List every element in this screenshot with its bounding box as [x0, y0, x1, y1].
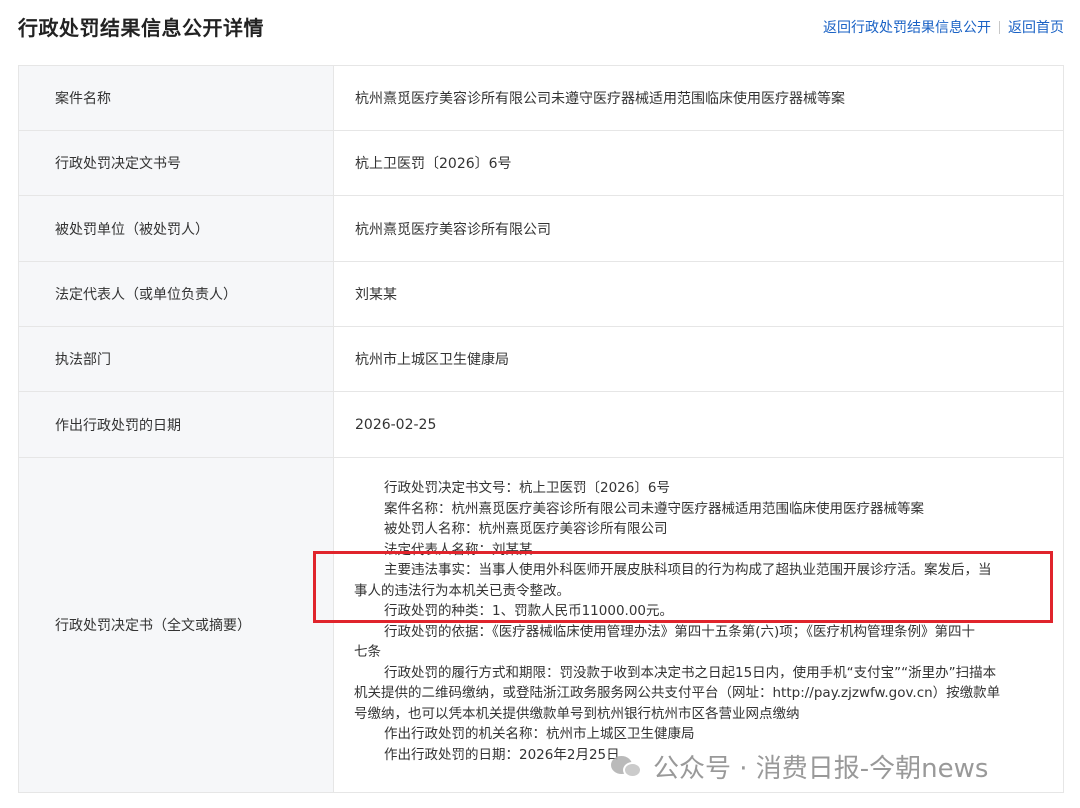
page-header: 行政处罚结果信息公开详情 返回行政处罚结果信息公开 返回首页	[0, 0, 1080, 54]
row-value: 2026-02-25	[355, 416, 437, 433]
decision-line: 案件名称：杭州熹觅医疗美容诊所有限公司未遵守医疗器械适用范围临床使用医疗器械等案	[384, 500, 924, 517]
wechat-icon	[611, 753, 643, 781]
page-title: 行政处罚结果信息公开详情	[18, 16, 264, 40]
decision-full-text: 行政处罚决定书文号：杭上卫医罚〔2026〕6号 案件名称：杭州熹觅医疗美容诊所有…	[334, 458, 1063, 792]
table-row-decision: 行政处罚决定书（全文或摘要） 行政处罚决定书文号：杭上卫医罚〔2026〕6号 案…	[19, 458, 1063, 792]
watermark: 公众号 · 消费日报-今朝news	[611, 748, 988, 785]
decision-line: 行政处罚的依据：《医疗器械临床使用管理办法》第四十五条第(六)项；《医疗机构管理…	[384, 623, 976, 640]
detail-table: 案件名称 杭州熹觅医疗美容诊所有限公司未遵守医疗器械适用范围临床使用医疗器械等案…	[18, 65, 1064, 793]
table-row: 行政处罚决定文书号 杭上卫医罚〔2026〕6号	[19, 131, 1063, 196]
decision-line: 事人的违法行为本机关已责令整改。	[354, 582, 570, 599]
decision-line: 行政处罚的种类：1、罚款人民币11000.00元。	[384, 603, 674, 619]
row-label: 被处罚单位（被处罚人）	[19, 196, 334, 261]
back-to-list-link[interactable]: 返回行政处罚结果信息公开	[823, 17, 991, 37]
row-label: 行政处罚决定文书号	[19, 131, 334, 195]
table-row: 作出行政处罚的日期 2026-02-25	[19, 392, 1063, 458]
row-value: 杭州熹觅医疗美容诊所有限公司未遵守医疗器械适用范围临床使用医疗器械等案	[355, 91, 845, 107]
back-to-home-link[interactable]: 返回首页	[1008, 17, 1064, 37]
decision-line: 行政处罚决定书文号：杭上卫医罚〔2026〕6号	[384, 480, 670, 496]
row-value: 杭上卫医罚〔2026〕6号	[355, 156, 512, 172]
row-value: 杭州熹觅医疗美容诊所有限公司	[355, 221, 551, 238]
header-nav: 返回行政处罚结果信息公开 返回首页	[823, 17, 1064, 37]
row-label: 案件名称	[19, 66, 334, 130]
decision-line: 法定代表人名称：刘某某	[384, 541, 533, 558]
table-row: 案件名称 杭州熹觅医疗美容诊所有限公司未遵守医疗器械适用范围临床使用医疗器械等案	[19, 66, 1063, 131]
watermark-text: 公众号 · 消费日报-今朝news	[653, 754, 989, 784]
decision-line: 号缴纳，也可以凭本机关提供缴款单号到杭州银行杭州市区各营业网点缴纳	[354, 705, 800, 722]
table-row: 法定代表人（或单位负责人） 刘某某	[19, 262, 1063, 327]
row-value: 刘某某	[355, 287, 397, 303]
table-row: 执法部门 杭州市上城区卫生健康局	[19, 327, 1063, 392]
row-label: 行政处罚决定书（全文或摘要）	[19, 458, 334, 792]
row-label: 法定代表人（或单位负责人）	[19, 262, 334, 326]
decision-line: 机关提供的二维码缴纳，或登陆浙江政务服务网公共支付平台（网址：http://pa…	[354, 685, 1001, 701]
decision-line: 被处罚人名称：杭州熹觅医疗美容诊所有限公司	[384, 521, 668, 537]
decision-line: 行政处罚的履行方式和期限：罚没款于收到本决定书之日起15日内，使用手机“支付宝”…	[384, 664, 997, 681]
row-label: 执法部门	[19, 327, 334, 391]
table-row: 被处罚单位（被处罚人） 杭州熹觅医疗美容诊所有限公司	[19, 196, 1063, 262]
nav-divider	[999, 20, 1000, 34]
row-value: 杭州市上城区卫生健康局	[355, 352, 509, 368]
decision-line: 主要违法事实：当事人使用外科医师开展皮肤科项目的行为构成了超执业范围开展诊疗活。…	[384, 562, 992, 578]
row-label: 作出行政处罚的日期	[19, 392, 334, 457]
decision-line: 作出行政处罚的机关名称：杭州市上城区卫生健康局	[384, 726, 695, 742]
decision-line: 七条	[354, 644, 381, 660]
